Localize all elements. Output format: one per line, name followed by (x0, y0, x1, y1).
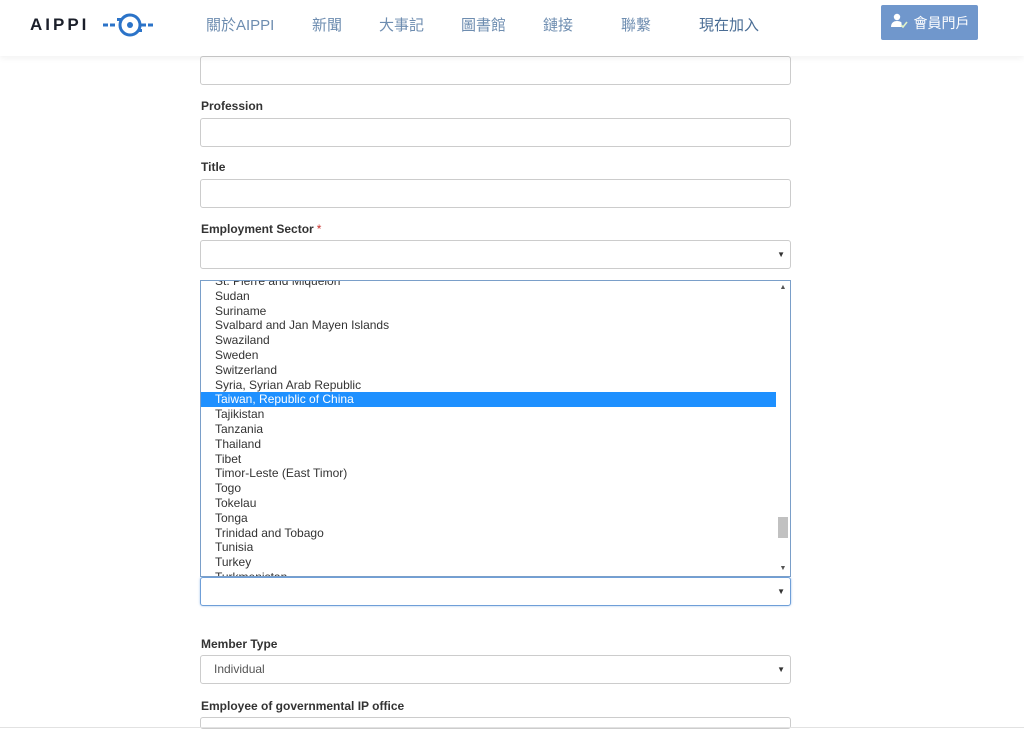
country-option[interactable]: Tajikistan (201, 407, 777, 422)
country-option[interactable]: Tonga (201, 511, 777, 526)
employment-sector-label: Employment Sector * (201, 222, 321, 236)
country-option[interactable]: Swaziland (201, 333, 777, 348)
country-option[interactable]: Sweden (201, 348, 777, 363)
caret-down-icon: ▼ (777, 250, 785, 259)
member-type-select[interactable]: Individual ▼ (200, 655, 791, 684)
country-options: St. Pierre and Miquelon Sudan Suriname Sval… (201, 281, 777, 576)
nav-events[interactable]: 大事記 (379, 14, 424, 35)
country-select[interactable]: ▼ (200, 577, 791, 606)
country-option[interactable]: Turkmenistan (201, 570, 777, 576)
logo-text: AIPPI (30, 15, 90, 34)
member-portal-button[interactable]: 會員門戶 (881, 5, 978, 40)
nav-contact[interactable]: 聯繫 (621, 14, 651, 35)
scroll-down-arrow-icon[interactable]: ▼ (776, 562, 790, 576)
country-option[interactable]: Sudan (201, 289, 777, 304)
aippi-logo[interactable]: AIPPI (30, 10, 157, 40)
employee-gov-ip-label: Employee of governmental IP office (201, 699, 405, 713)
country-dropdown-list[interactable]: St. Pierre and Miquelon Sudan Suriname Sval… (200, 280, 791, 577)
aippi-logo-mark-icon (103, 13, 154, 37)
site-header: AIPPI 關於AIPPI 新聞 大事記 圖書館 鏈接 聯繫 現在加入 會員門戶 (0, 0, 1024, 56)
member-type-value: Individual (214, 662, 265, 676)
profession-input[interactable] (200, 118, 791, 147)
caret-down-icon: ▼ (777, 665, 785, 674)
country-option[interactable]: Suriname (201, 304, 777, 319)
country-option[interactable]: Syria, Syrian Arab Republic (201, 378, 777, 393)
country-option[interactable]: Tibet (201, 452, 777, 467)
country-option[interactable]: Togo (201, 481, 777, 496)
title-input[interactable] (200, 179, 791, 208)
country-option[interactable]: Taiwan, Republic of China (201, 392, 777, 408)
country-option[interactable]: Trinidad and Tobago (201, 526, 777, 541)
nav-library[interactable]: 圖書館 (461, 14, 506, 35)
title-label: Title (201, 160, 226, 174)
nav-links[interactable]: 鏈接 (543, 14, 573, 35)
caret-down-icon: ▼ (777, 587, 785, 596)
nav-join-now[interactable]: 現在加入 (699, 14, 759, 35)
country-option[interactable]: Tanzania (201, 422, 777, 437)
user-check-icon (890, 13, 908, 28)
country-option[interactable]: Switzerland (201, 363, 777, 378)
page-bottom-divider (0, 727, 1024, 728)
member-type-label: Member Type (201, 637, 278, 651)
required-mark: * (316, 222, 322, 236)
scroll-up-arrow-icon[interactable]: ▲ (776, 281, 790, 295)
country-option[interactable]: Tokelau (201, 496, 777, 511)
profession-label: Profession (201, 99, 264, 113)
scrollbar-thumb[interactable] (778, 517, 788, 538)
nav-about[interactable]: 關於AIPPI (206, 14, 274, 35)
country-option[interactable]: Tunisia (201, 540, 777, 555)
employment-sector-label-text: Employment Sector (201, 222, 314, 236)
member-portal-label: 會員門戶 (913, 14, 970, 31)
dropdown-scrollbar[interactable]: ▲ ▼ (776, 281, 790, 576)
previous-field-input[interactable] (200, 56, 791, 85)
employment-sector-select[interactable]: ▼ (200, 240, 791, 269)
country-option[interactable]: Svalbard and Jan Mayen Islands (201, 318, 777, 333)
nav-news[interactable]: 新聞 (312, 14, 342, 35)
country-option[interactable]: Thailand (201, 437, 777, 452)
country-option[interactable]: Timor-Leste (East Timor) (201, 466, 777, 481)
country-option[interactable]: St. Pierre and Miquelon (201, 281, 777, 289)
country-option[interactable]: Turkey (201, 555, 777, 570)
registration-form: Profession Title Employment Sector * ▼ St… (0, 0, 1024, 732)
